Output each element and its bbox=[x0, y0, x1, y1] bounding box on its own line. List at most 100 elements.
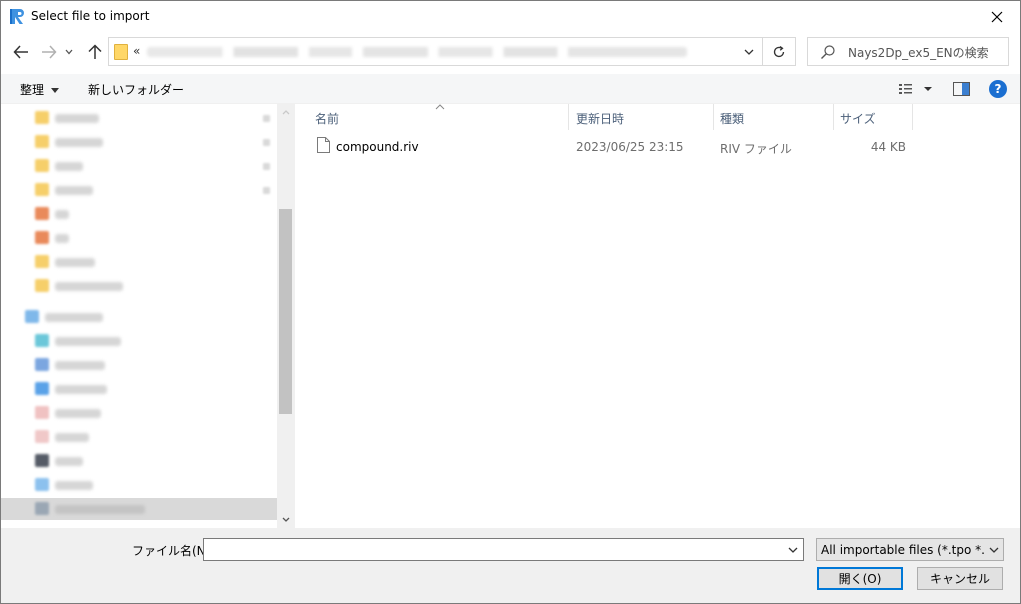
nav-item[interactable] bbox=[1, 330, 277, 352]
recent-locations-button[interactable] bbox=[62, 40, 76, 64]
nav-item-label bbox=[55, 385, 107, 394]
folder-icon bbox=[35, 454, 49, 467]
cancel-button[interactable]: キャンセル bbox=[917, 567, 1003, 590]
nav-item[interactable] bbox=[1, 203, 277, 225]
breadcrumb-overflow[interactable]: « bbox=[133, 44, 140, 58]
scroll-up-button[interactable] bbox=[277, 104, 294, 121]
filename-history-button[interactable] bbox=[783, 539, 803, 560]
caret-down-icon bbox=[51, 88, 60, 93]
nav-item[interactable] bbox=[1, 179, 277, 201]
app-logo-icon bbox=[10, 9, 24, 24]
nav-item[interactable] bbox=[1, 275, 277, 297]
column-separator[interactable] bbox=[833, 104, 834, 130]
nav-item-label bbox=[55, 361, 105, 370]
nav-item[interactable] bbox=[1, 402, 277, 424]
help-icon[interactable]: ? bbox=[989, 80, 1007, 98]
search-box[interactable]: Nays2Dp_ex5_ENの検索 bbox=[807, 37, 1009, 66]
nav-item[interactable] bbox=[1, 107, 277, 129]
nav-item-label bbox=[55, 258, 95, 267]
nav-item[interactable] bbox=[1, 251, 277, 273]
folder-icon bbox=[35, 279, 49, 292]
chevron-down-icon bbox=[744, 49, 754, 55]
pin-icon bbox=[263, 163, 270, 170]
pin-icon bbox=[263, 115, 270, 122]
preview-pane-icon[interactable] bbox=[953, 82, 970, 96]
chevron-down-icon bbox=[788, 547, 798, 553]
column-header-name[interactable]: 名前 bbox=[315, 104, 339, 130]
breadcrumb bbox=[147, 47, 687, 57]
file-modified: 2023/06/25 23:15 bbox=[576, 140, 684, 154]
nav-item[interactable] bbox=[1, 306, 277, 328]
nav-item-label bbox=[55, 210, 69, 219]
nav-item-label bbox=[45, 313, 103, 322]
new-folder-button[interactable]: 新しいフォルダー bbox=[88, 81, 184, 98]
computer-icon bbox=[25, 310, 39, 323]
folder-icon bbox=[35, 159, 49, 172]
nav-item-label bbox=[55, 186, 93, 195]
filename-input[interactable] bbox=[203, 538, 804, 561]
folder-icon bbox=[35, 255, 49, 268]
back-button[interactable] bbox=[9, 40, 33, 64]
up-button[interactable] bbox=[83, 40, 107, 64]
scroll-down-button[interactable] bbox=[277, 511, 294, 528]
file-list: 名前 更新日時 種類 サイズ compound.riv 2023/06/25 2… bbox=[295, 104, 1020, 528]
column-separator[interactable] bbox=[912, 104, 913, 130]
organize-label: 整理 bbox=[20, 83, 45, 97]
nav-item-label bbox=[55, 162, 83, 171]
column-header-type[interactable]: 種類 bbox=[720, 104, 744, 130]
column-header-modified[interactable]: 更新日時 bbox=[576, 104, 624, 130]
nav-item-label bbox=[55, 457, 83, 466]
change-view-button[interactable] bbox=[897, 81, 937, 97]
nav-item-selected[interactable] bbox=[1, 498, 277, 520]
folder-icon bbox=[35, 183, 49, 196]
file-row[interactable]: compound.riv 2023/06/25 23:15 RIV ファイル 4… bbox=[307, 134, 907, 158]
nav-item[interactable] bbox=[1, 354, 277, 376]
organize-menu[interactable]: 整理 bbox=[20, 81, 60, 98]
arrow-up-icon bbox=[88, 44, 102, 59]
chevron-up-icon bbox=[282, 110, 289, 115]
file-icon bbox=[317, 137, 330, 153]
nav-item-label bbox=[55, 505, 145, 514]
open-button[interactable]: 開く(O) bbox=[817, 567, 903, 590]
folder-icon bbox=[35, 382, 49, 395]
nav-item-label bbox=[55, 282, 123, 291]
filter-dropdown-button[interactable] bbox=[985, 539, 1003, 560]
address-bar[interactable]: « bbox=[108, 37, 796, 66]
arrow-left-icon bbox=[13, 45, 28, 59]
nav-item-label bbox=[55, 138, 103, 147]
command-bar: 整理 新しいフォルダー ? bbox=[1, 74, 1020, 104]
nav-item[interactable] bbox=[1, 378, 277, 400]
file-size: 44 KB bbox=[870, 140, 906, 154]
folder-icon bbox=[35, 111, 49, 124]
chevron-down-icon bbox=[65, 49, 73, 55]
nav-item[interactable] bbox=[1, 450, 277, 472]
nav-item[interactable] bbox=[1, 227, 277, 249]
nav-item[interactable] bbox=[1, 131, 277, 153]
folder-icon bbox=[35, 406, 49, 419]
nav-item[interactable] bbox=[1, 426, 277, 448]
column-header-size[interactable]: サイズ bbox=[840, 104, 876, 130]
title-bar: Select file to import bbox=[1, 1, 1020, 32]
refresh-button[interactable] bbox=[762, 38, 795, 65]
folder-icon bbox=[35, 430, 49, 443]
scroll-thumb[interactable] bbox=[279, 209, 292, 414]
window-title: Select file to import bbox=[31, 9, 150, 23]
file-type-filter[interactable]: All importable files (*.tpo *.csv *.riv) bbox=[816, 538, 1004, 561]
pin-icon bbox=[263, 139, 270, 146]
search-input[interactable]: Nays2Dp_ex5_ENの検索 bbox=[848, 44, 989, 61]
column-separator[interactable] bbox=[713, 104, 714, 130]
navigation-scrollbar[interactable] bbox=[277, 104, 294, 528]
folder-icon bbox=[35, 358, 49, 371]
nav-item-label bbox=[55, 481, 93, 490]
file-type-filter-value: All importable files (*.tpo *.csv *.riv) bbox=[821, 543, 987, 557]
nav-item[interactable] bbox=[1, 474, 277, 496]
forward-button[interactable] bbox=[37, 40, 61, 64]
folder-icon bbox=[35, 207, 49, 220]
close-button[interactable] bbox=[974, 1, 1020, 32]
nav-item[interactable] bbox=[1, 155, 277, 177]
folder-icon bbox=[35, 478, 49, 491]
address-dropdown-button[interactable] bbox=[736, 38, 762, 65]
column-separator[interactable] bbox=[568, 104, 569, 130]
nav-item-label bbox=[55, 234, 69, 243]
folder-icon bbox=[35, 334, 49, 347]
